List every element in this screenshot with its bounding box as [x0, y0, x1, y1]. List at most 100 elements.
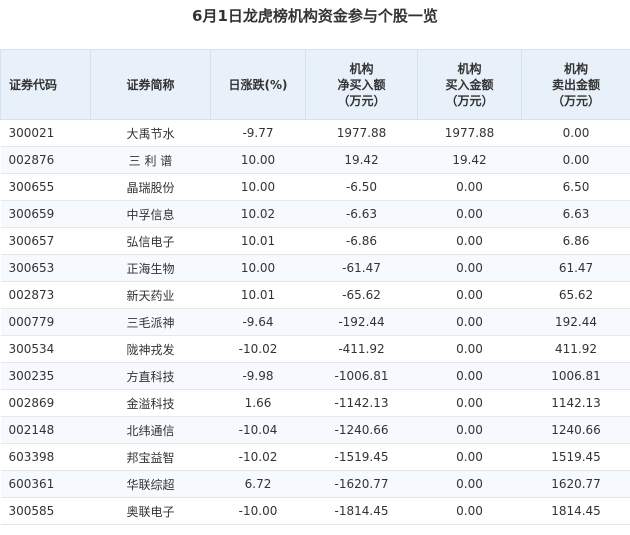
table-row: 300534 陇神戎发 -10.02 -411.92 0.00 411.92 [0, 335, 630, 363]
cell-change: 10.00 [210, 254, 306, 282]
table-row: 300021 大禹节水 -9.77 1977.88 1977.88 0.00 [0, 119, 630, 147]
cell-sell: 192.44 [521, 308, 630, 336]
cell-buy: 19.42 [417, 146, 522, 174]
cell-sell: 0.00 [521, 119, 630, 147]
cell-change: -9.64 [210, 308, 306, 336]
cell-net-buy: -192.44 [305, 308, 418, 336]
cell-sell: 1620.77 [521, 470, 630, 498]
cell-sell: 65.62 [521, 281, 630, 309]
cell-buy: 0.00 [417, 470, 522, 498]
cell-code: 002876 [0, 146, 91, 174]
cell-net-buy: -65.62 [305, 281, 418, 309]
cell-net-buy: -411.92 [305, 335, 418, 363]
cell-sell: 6.63 [521, 200, 630, 228]
cell-net-buy: -1142.13 [305, 389, 418, 417]
table-row: 300235 方直科技 -9.98 -1006.81 0.00 1006.81 [0, 362, 630, 390]
cell-sell: 1006.81 [521, 362, 630, 390]
cell-sell: 6.50 [521, 173, 630, 201]
cell-name: 中孚信息 [90, 200, 211, 228]
header-net-buy-line2: 净买入额 [337, 77, 386, 92]
header-row: 证券代码 证券简称 日涨跌(%) 机构 净买入额 （万元） 机构 买入金额 （万… [0, 49, 630, 120]
header-net-buy-line1: 机构 [349, 61, 374, 76]
cell-net-buy: -1240.66 [305, 416, 418, 444]
header-code: 证券代码 [0, 49, 91, 120]
table-row: 002148 北纬通信 -10.04 -1240.66 0.00 1240.66 [0, 416, 630, 444]
cell-code: 300021 [0, 119, 91, 147]
cell-buy: 0.00 [417, 227, 522, 255]
cell-code: 300653 [0, 254, 91, 282]
cell-net-buy: -61.47 [305, 254, 418, 282]
cell-name: 华联综超 [90, 470, 211, 498]
cell-sell: 1519.45 [521, 443, 630, 471]
data-table: 证券代码 证券简称 日涨跌(%) 机构 净买入额 （万元） 机构 买入金额 （万… [0, 49, 630, 525]
table-row: 002876 三 利 谱 10.00 19.42 19.42 0.00 [0, 146, 630, 174]
cell-change: -10.04 [210, 416, 306, 444]
cell-net-buy: 19.42 [305, 146, 418, 174]
cell-change: -10.02 [210, 443, 306, 471]
cell-net-buy: -1519.45 [305, 443, 418, 471]
header-buy: 机构 买入金额 （万元） [417, 49, 522, 120]
header-buy-line1: 机构 [457, 61, 482, 76]
table-row: 300659 中孚信息 10.02 -6.63 0.00 6.63 [0, 200, 630, 228]
cell-name: 陇神戎发 [90, 335, 211, 363]
cell-code: 600361 [0, 470, 91, 498]
cell-sell: 1814.45 [521, 497, 630, 525]
header-net-buy: 机构 净买入额 （万元） [305, 49, 418, 120]
cell-buy: 0.00 [417, 281, 522, 309]
cell-net-buy: 1977.88 [305, 119, 418, 147]
cell-change: 10.01 [210, 227, 306, 255]
header-name: 证券简称 [90, 49, 211, 120]
page-title: 6月1日龙虎榜机构资金参与个股一览 [192, 7, 438, 25]
header-buy-line3: （万元） [445, 93, 494, 108]
cell-code: 603398 [0, 443, 91, 471]
cell-name: 三毛派神 [90, 308, 211, 336]
table-row: 002869 金溢科技 1.66 -1142.13 0.00 1142.13 [0, 389, 630, 417]
cell-sell: 1142.13 [521, 389, 630, 417]
table-row: 000779 三毛派神 -9.64 -192.44 0.00 192.44 [0, 308, 630, 336]
title-spacer [0, 33, 630, 49]
cell-change: -10.02 [210, 335, 306, 363]
table-row: 603398 邦宝益智 -10.02 -1519.45 0.00 1519.45 [0, 443, 630, 471]
cell-buy: 0.00 [417, 416, 522, 444]
header-net-buy-line3: （万元） [337, 93, 386, 108]
cell-name: 邦宝益智 [90, 443, 211, 471]
cell-code: 300534 [0, 335, 91, 363]
header-change: 日涨跌(%) [210, 49, 306, 120]
cell-sell: 1240.66 [521, 416, 630, 444]
cell-net-buy: -6.63 [305, 200, 418, 228]
table-row: 300655 晶瑞股份 10.00 -6.50 0.00 6.50 [0, 173, 630, 201]
cell-buy: 0.00 [417, 173, 522, 201]
cell-name: 方直科技 [90, 362, 211, 390]
cell-code: 300655 [0, 173, 91, 201]
cell-buy: 0.00 [417, 497, 522, 525]
cell-code: 002869 [0, 389, 91, 417]
header-buy-line2: 买入金额 [445, 77, 494, 92]
table-row: 300653 正海生物 10.00 -61.47 0.00 61.47 [0, 254, 630, 282]
cell-name: 北纬通信 [90, 416, 211, 444]
table-header: 证券代码 证券简称 日涨跌(%) 机构 净买入额 （万元） 机构 买入金额 （万… [0, 49, 630, 120]
cell-code: 000779 [0, 308, 91, 336]
cell-change: -10.00 [210, 497, 306, 525]
cell-change: 6.72 [210, 470, 306, 498]
cell-change: -9.98 [210, 362, 306, 390]
cell-net-buy: -1620.77 [305, 470, 418, 498]
cell-net-buy: -6.86 [305, 227, 418, 255]
cell-name: 新天药业 [90, 281, 211, 309]
cell-change: 10.02 [210, 200, 306, 228]
cell-change: 10.00 [210, 173, 306, 201]
table-row: 300657 弘信电子 10.01 -6.86 0.00 6.86 [0, 227, 630, 255]
cell-name: 大禹节水 [90, 119, 211, 147]
cell-net-buy: -1006.81 [305, 362, 418, 390]
cell-sell: 6.86 [521, 227, 630, 255]
cell-buy: 0.00 [417, 200, 522, 228]
cell-sell: 61.47 [521, 254, 630, 282]
cell-buy: 0.00 [417, 389, 522, 417]
cell-name: 正海生物 [90, 254, 211, 282]
cell-name: 晶瑞股份 [90, 173, 211, 201]
cell-code: 002148 [0, 416, 91, 444]
table-body: 300021 大禹节水 -9.77 1977.88 1977.88 0.00 0… [0, 119, 630, 525]
cell-buy: 0.00 [417, 308, 522, 336]
cell-change: 1.66 [210, 389, 306, 417]
cell-buy: 0.00 [417, 443, 522, 471]
cell-change: -9.77 [210, 119, 306, 147]
